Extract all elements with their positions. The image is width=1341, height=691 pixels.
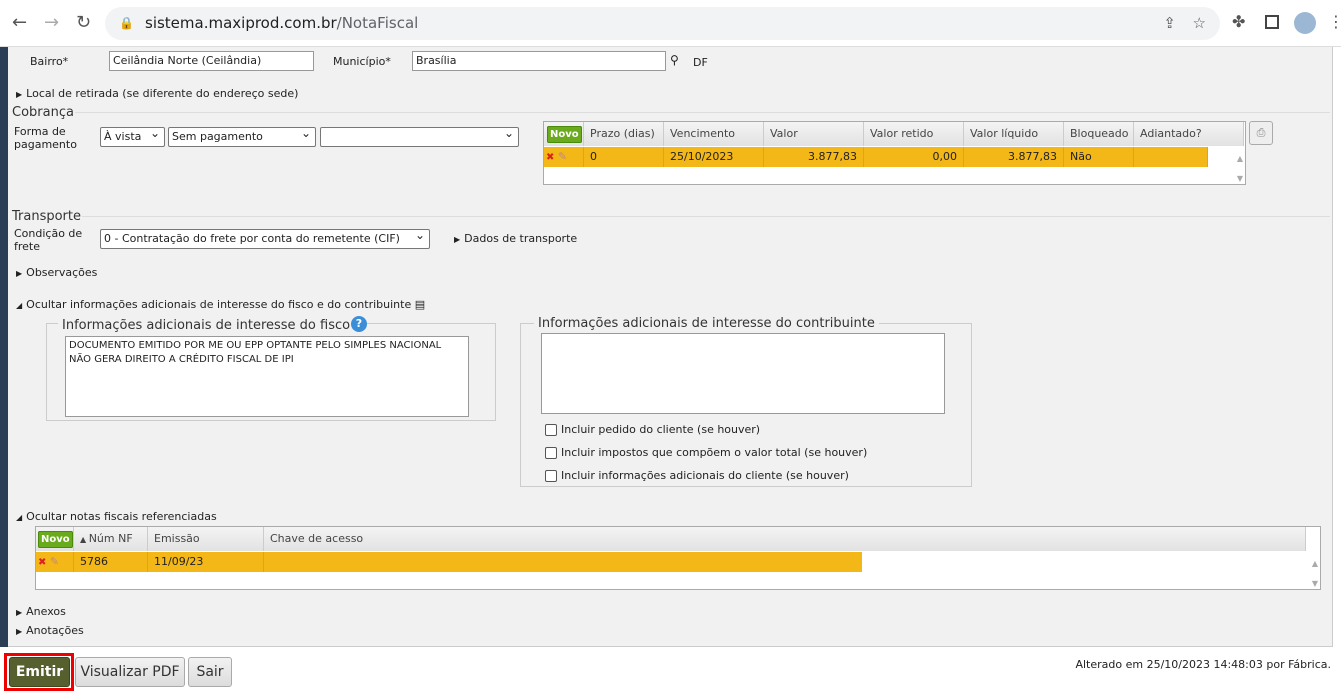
sidepanel-icon[interactable]	[1265, 15, 1279, 29]
star-icon[interactable]: ☆	[1193, 7, 1206, 40]
emitir-button[interactable]: Emitir	[9, 657, 70, 687]
municipio-label: Município*	[333, 55, 391, 68]
address-bar[interactable]: 🔒 sistema.maxiprod.com.br/NotaFiscal ⇪ ☆	[105, 7, 1220, 40]
contribuinte-textarea[interactable]	[541, 333, 945, 414]
contribuinte-title: Informações adicionais de interesse do c…	[534, 316, 879, 331]
lock-icon: 🔒	[119, 16, 134, 30]
edit-icon[interactable]: ✎	[50, 555, 59, 568]
cell-valor: 3.877,83	[764, 147, 864, 167]
cell-adiantado	[1134, 147, 1208, 167]
print-icon[interactable]: ⎙	[1249, 121, 1273, 145]
col-valor-retido[interactable]: Valor retido	[864, 122, 964, 146]
share-icon[interactable]: ⇪	[1163, 7, 1176, 40]
anexos-toggle[interactable]: ▶ Anexos	[16, 605, 66, 618]
parcelas-grid: Novo Prazo (dias) Vencimento Valor Valor…	[543, 121, 1246, 185]
forward-icon[interactable]: →	[44, 12, 59, 33]
check-pedido[interactable]: Incluir pedido do cliente (se houver)	[545, 423, 760, 436]
scrollbar[interactable]: ▲ ▼	[1312, 554, 1318, 594]
condicao-frete-label: Condição de frete	[14, 227, 83, 253]
local-retirada-toggle[interactable]: ▶ Local de retirada (se diferente do ende…	[16, 87, 298, 100]
novo-nf-cell: Novo	[36, 527, 74, 551]
divider	[75, 112, 1330, 113]
cell-valor-retido: 0,00	[864, 147, 964, 167]
anotacoes-toggle[interactable]: ▶ Anotações	[16, 624, 84, 637]
check-impostos[interactable]: Incluir impostos que compõem o valor tot…	[545, 446, 867, 459]
col-chave[interactable]: Chave de acesso	[264, 527, 1306, 551]
municipio-input[interactable]: Brasília	[412, 51, 666, 71]
visualizar-pdf-button[interactable]: Visualizar PDF	[75, 657, 185, 687]
observacoes-toggle[interactable]: ▶ Observações	[16, 266, 97, 279]
url-path: /NotaFiscal	[336, 14, 419, 32]
reload-icon[interactable]: ↻	[76, 12, 91, 33]
novo-nf-button[interactable]: Novo	[38, 531, 73, 548]
cobranca-heading: Cobrança	[12, 105, 74, 120]
forma-pagamento-select[interactable]: À vista	[100, 126, 165, 147]
browser-toolbar: ← → ↻ 🔒 sistema.maxiprod.com.br/NotaFisc…	[0, 0, 1341, 47]
col-valor-liquido[interactable]: Valor líquido	[964, 122, 1064, 146]
col-adiantado[interactable]: Adiantado?	[1134, 122, 1244, 146]
novo-parcela-cell: Novo	[544, 122, 584, 146]
avatar[interactable]	[1294, 12, 1316, 34]
bairro-label: Bairro*	[30, 55, 69, 68]
col-bloqueado[interactable]: Bloqueado	[1064, 122, 1134, 146]
cell-bloqueado: Não	[1064, 147, 1134, 167]
delete-icon[interactable]: ✖	[38, 557, 46, 568]
extensions-icon[interactable]: ✤	[1232, 12, 1245, 31]
forma-pagamento-label: Forma de pagamento	[14, 125, 77, 151]
document-icon[interactable]: ▤	[415, 298, 425, 311]
condicao-frete-select[interactable]: 0 - Contratação do frete por conta do re…	[100, 228, 430, 249]
search-icon[interactable]: ⚲	[670, 53, 679, 67]
meio-pagamento-select[interactable]: Sem pagamento	[168, 126, 316, 147]
novo-parcela-button[interactable]: Novo	[547, 126, 582, 143]
transporte-heading: Transporte	[12, 209, 81, 224]
col-valor[interactable]: Valor	[764, 122, 864, 146]
fisco-textarea[interactable]: DOCUMENTO EMITIDO POR ME OU EPP OPTANTE …	[65, 336, 469, 417]
url-host: sistema.maxiprod.com.br	[145, 14, 337, 32]
cell-emissao: 11/09/23	[148, 552, 264, 572]
table-row[interactable]: ✖ ✎ 5786 11/09/23	[36, 552, 862, 572]
sair-button[interactable]: Sair	[188, 657, 232, 687]
divider	[82, 216, 1330, 217]
cell-chave	[264, 552, 862, 572]
cell-vencimento: 25/10/2023	[664, 147, 764, 167]
col-num-nf[interactable]: ▲ Núm NF	[74, 527, 148, 551]
back-icon[interactable]: ←	[12, 12, 27, 33]
dados-transporte-toggle[interactable]: ▶ Dados de transporte	[454, 232, 577, 245]
fisco-title: Informações adicionais de interesse do f…	[58, 318, 355, 333]
check-info-cliente[interactable]: Incluir informações adicionais do client…	[545, 469, 849, 482]
status-text: Alterado em 25/10/2023 14:48:03 por Fábr…	[1075, 658, 1331, 671]
col-vencimento[interactable]: Vencimento	[664, 122, 764, 146]
scrollbar[interactable]: ▲ ▼	[1237, 149, 1243, 189]
referenciadas-grid: Novo ▲ Núm NF Emissão Chave de acesso ✖ …	[35, 526, 1321, 590]
cell-prazo: 0	[584, 147, 664, 167]
col-emissao[interactable]: Emissão	[148, 527, 264, 551]
referenciadas-toggle[interactable]: ◢ Ocultar notas fiscais referenciadas	[16, 510, 217, 523]
col-prazo[interactable]: Prazo (dias)	[584, 122, 664, 146]
sidebar-strip	[0, 47, 8, 647]
cell-valor-liquido: 3.877,83	[964, 147, 1064, 167]
help-icon[interactable]: ?	[351, 316, 367, 332]
info-adicionais-toggle[interactable]: ◢ Ocultar informações adicionais de inter…	[16, 298, 425, 311]
table-row[interactable]: ✖ ✎ 0 25/10/2023 3.877,83 0,00 3.877,83 …	[544, 147, 1208, 167]
cell-num-nf: 5786	[74, 552, 148, 572]
delete-icon[interactable]: ✖	[546, 152, 554, 163]
bairro-input[interactable]: Ceilândia Norte (Ceilândia)	[109, 51, 314, 71]
conta-select[interactable]	[320, 126, 519, 147]
menu-icon[interactable]: ⋮	[1328, 12, 1341, 31]
edit-icon[interactable]: ✎	[558, 150, 567, 163]
uf-label: DF	[693, 56, 708, 69]
